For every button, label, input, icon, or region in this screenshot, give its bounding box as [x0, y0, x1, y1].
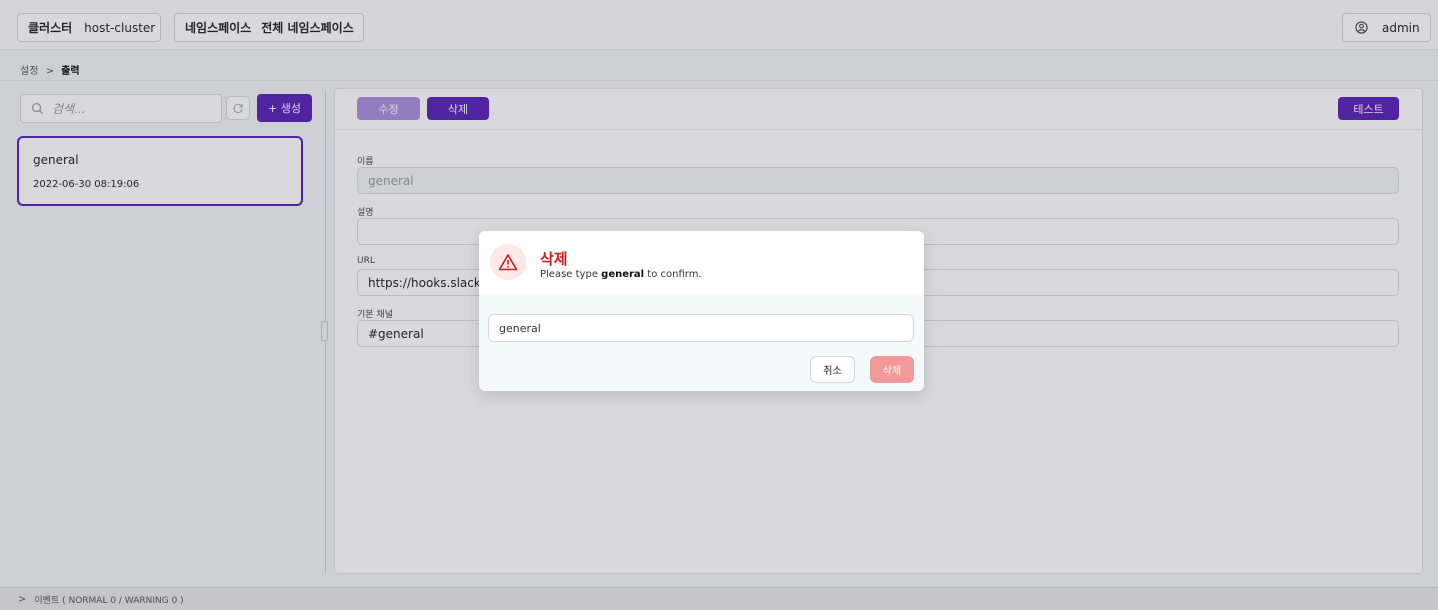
cancel-button[interactable]: 취소	[810, 356, 855, 383]
dialog-description: Please type general to confirm.	[540, 269, 702, 280]
dialog-header: 삭제 Please type general to confirm.	[479, 231, 924, 294]
delete-confirm-dialog: 삭제 Please type general to confirm. gener…	[479, 231, 924, 391]
dialog-desc-prefix: Please type	[540, 269, 602, 280]
confirm-name-input[interactable]: general	[488, 314, 914, 342]
dialog-desc-target: general	[601, 269, 645, 280]
dialog-desc-suffix: to confirm.	[644, 269, 702, 280]
dialog-title: 삭제	[540, 250, 568, 268]
warning-icon	[490, 244, 526, 280]
confirm-delete-button[interactable]: 삭제	[870, 356, 914, 383]
confirm-name-value: general	[499, 321, 541, 335]
